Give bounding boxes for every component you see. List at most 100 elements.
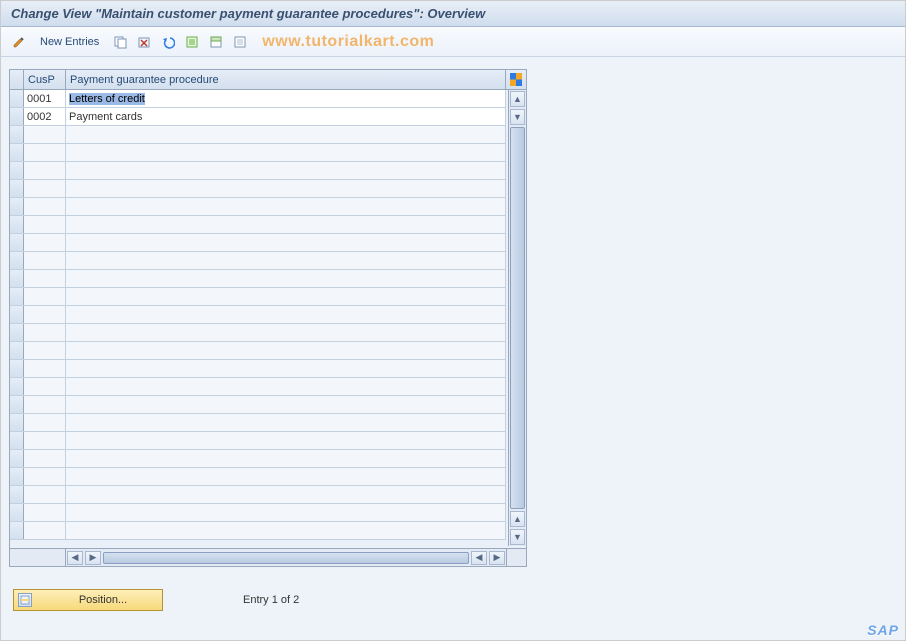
row-selector[interactable]	[10, 234, 24, 251]
cell-cusp[interactable]	[24, 234, 66, 251]
cell-description[interactable]	[66, 144, 506, 161]
row-selector[interactable]	[10, 360, 24, 377]
column-header-selector[interactable]	[10, 70, 24, 89]
table-row[interactable]	[10, 144, 506, 162]
cell-description[interactable]	[66, 468, 506, 485]
row-selector[interactable]	[10, 216, 24, 233]
cell-cusp[interactable]	[24, 180, 66, 197]
cell-description[interactable]	[66, 486, 506, 503]
cell-description[interactable]	[66, 162, 506, 179]
cell-description[interactable]	[66, 342, 506, 359]
cell-description[interactable]	[66, 522, 506, 539]
table-row[interactable]	[10, 504, 506, 522]
cell-description[interactable]	[66, 450, 506, 467]
row-selector[interactable]	[10, 324, 24, 341]
table-row[interactable]	[10, 234, 506, 252]
table-row[interactable]	[10, 306, 506, 324]
table-row[interactable]	[10, 216, 506, 234]
change-display-button[interactable]	[9, 32, 29, 52]
horizontal-scroll-thumb[interactable]	[103, 552, 469, 564]
position-button[interactable]: Position...	[13, 589, 163, 611]
table-row[interactable]	[10, 396, 506, 414]
row-selector[interactable]	[10, 144, 24, 161]
scroll-left-step-button[interactable]: ◀	[471, 551, 487, 565]
cell-description[interactable]	[66, 270, 506, 287]
column-header-description[interactable]: Payment guarantee procedure	[66, 70, 506, 89]
cell-description[interactable]	[66, 360, 506, 377]
vertical-scroll-thumb[interactable]	[510, 127, 525, 509]
table-row[interactable]	[10, 522, 506, 540]
row-selector[interactable]	[10, 270, 24, 287]
copy-as-button[interactable]	[110, 32, 130, 52]
cell-description[interactable]	[66, 252, 506, 269]
row-selector[interactable]	[10, 432, 24, 449]
table-row[interactable]	[10, 198, 506, 216]
cell-cusp[interactable]: 0002	[24, 108, 66, 125]
row-selector[interactable]	[10, 288, 24, 305]
cell-cusp[interactable]	[24, 468, 66, 485]
row-selector[interactable]	[10, 504, 24, 521]
cell-description[interactable]	[66, 432, 506, 449]
row-selector[interactable]	[10, 306, 24, 323]
row-selector[interactable]	[10, 180, 24, 197]
table-row[interactable]	[10, 432, 506, 450]
table-row[interactable]	[10, 324, 506, 342]
table-row[interactable]	[10, 450, 506, 468]
cell-cusp[interactable]	[24, 306, 66, 323]
table-row[interactable]	[10, 252, 506, 270]
row-selector[interactable]	[10, 126, 24, 143]
table-row[interactable]	[10, 360, 506, 378]
table-config-button[interactable]	[506, 70, 526, 89]
row-selector[interactable]	[10, 162, 24, 179]
scroll-right-step-button[interactable]: ▶	[85, 551, 101, 565]
cell-description[interactable]	[66, 288, 506, 305]
cell-cusp[interactable]	[24, 342, 66, 359]
table-row[interactable]	[10, 378, 506, 396]
cell-cusp[interactable]: 0001	[24, 90, 66, 107]
undo-button[interactable]	[158, 32, 178, 52]
cell-cusp[interactable]	[24, 504, 66, 521]
row-selector[interactable]	[10, 378, 24, 395]
cell-cusp[interactable]	[24, 486, 66, 503]
cell-description[interactable]	[66, 396, 506, 413]
cell-description[interactable]	[66, 198, 506, 215]
cell-description[interactable]	[66, 378, 506, 395]
table-row[interactable]	[10, 180, 506, 198]
cell-cusp[interactable]	[24, 450, 66, 467]
cell-cusp[interactable]	[24, 414, 66, 431]
row-selector[interactable]	[10, 414, 24, 431]
cell-description[interactable]	[66, 234, 506, 251]
cell-cusp[interactable]	[24, 360, 66, 377]
row-selector[interactable]	[10, 468, 24, 485]
cell-description[interactable]	[66, 180, 506, 197]
cell-description[interactable]	[66, 126, 506, 143]
cell-cusp[interactable]	[24, 144, 66, 161]
cell-cusp[interactable]	[24, 216, 66, 233]
cell-cusp[interactable]	[24, 162, 66, 179]
table-row[interactable]: 0002Payment cards	[10, 108, 506, 126]
select-all-button[interactable]	[182, 32, 202, 52]
delete-button[interactable]	[134, 32, 154, 52]
column-header-cusp[interactable]: CusP	[24, 70, 66, 89]
table-row[interactable]: 0001Letters of credit	[10, 90, 506, 108]
cell-description[interactable]	[66, 414, 506, 431]
row-selector[interactable]	[10, 108, 24, 125]
cell-cusp[interactable]	[24, 432, 66, 449]
scroll-right-button[interactable]: ▶	[489, 551, 505, 565]
cell-description[interactable]: Letters of credit	[66, 90, 506, 107]
table-row[interactable]	[10, 486, 506, 504]
deselect-all-button[interactable]	[230, 32, 250, 52]
cell-description[interactable]	[66, 216, 506, 233]
table-row[interactable]	[10, 126, 506, 144]
cell-cusp[interactable]	[24, 198, 66, 215]
scroll-down-button[interactable]: ▼	[510, 529, 525, 545]
scroll-down-step-button[interactable]: ▼	[510, 109, 525, 125]
row-selector[interactable]	[10, 486, 24, 503]
cell-cusp[interactable]	[24, 126, 66, 143]
cell-cusp[interactable]	[24, 288, 66, 305]
cell-description[interactable]	[66, 504, 506, 521]
cell-cusp[interactable]	[24, 270, 66, 287]
scroll-left-button[interactable]: ◀	[67, 551, 83, 565]
cell-description[interactable]	[66, 324, 506, 341]
row-selector[interactable]	[10, 522, 24, 539]
